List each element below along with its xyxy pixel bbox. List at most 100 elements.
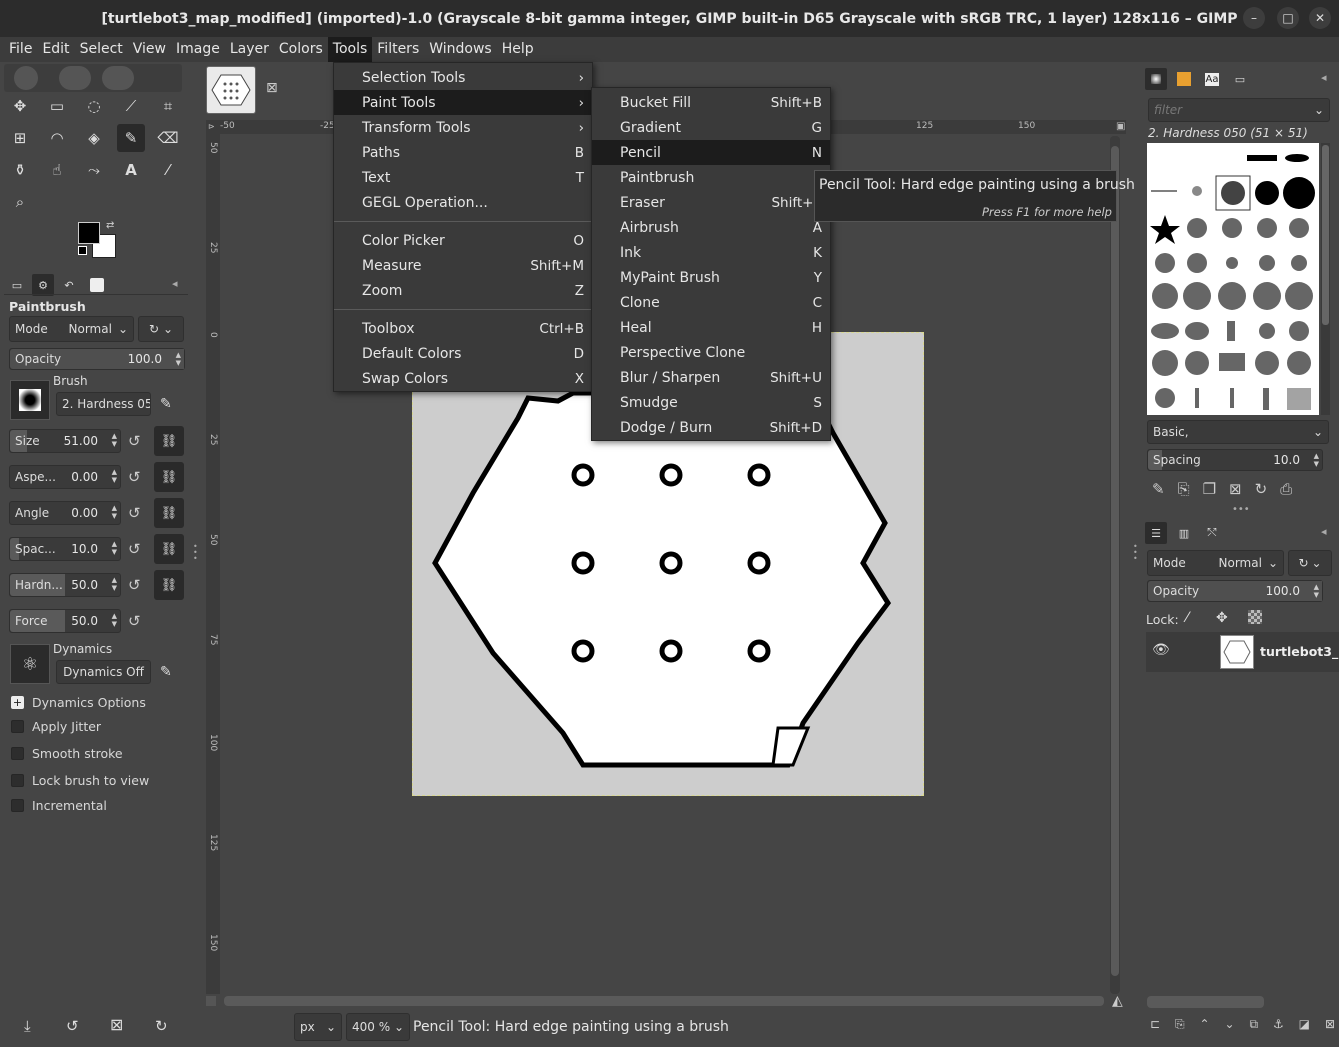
export-brush-icon[interactable]: ⎙ — [1280, 480, 1292, 498]
dynamics-icon[interactable]: ⚛ — [10, 644, 50, 684]
brush-grid-scrollbar[interactable] — [1321, 143, 1330, 415]
pane-separator[interactable]: • • • — [190, 62, 200, 1047]
brush-spacing-slider[interactable]: Spacing 10.0 ▲ ▼ — [1147, 449, 1323, 471]
new-layer-icon[interactable]: ⎘ — [1175, 1017, 1185, 1032]
new-layer-group-icon[interactable]: ⊏ — [1150, 1017, 1160, 1032]
menu-item-gegl-operation[interactable]: GEGL Operation... — [334, 190, 592, 215]
brush-tag-select[interactable]: Basic, ⌄ — [1147, 420, 1329, 444]
refresh-brushes-icon[interactable]: ↻ — [1255, 480, 1268, 498]
swap-colors-icon[interactable]: ⇄ — [106, 220, 114, 231]
duplicate-layer-icon[interactable]: ⧉ — [1249, 1017, 1258, 1032]
smooth-stroke-checkbox[interactable]: Smooth stroke — [11, 746, 123, 761]
rect-select-tool-icon[interactable]: ▭ — [43, 92, 71, 120]
restore-options-icon[interactable]: ↺ — [66, 1017, 79, 1035]
menu-item-text[interactable]: Text T — [334, 165, 592, 190]
images-tab-icon[interactable] — [86, 274, 108, 296]
paintbrush-tool-icon[interactable]: ✎ — [117, 124, 145, 152]
layers-scrollbar[interactable] — [1147, 996, 1264, 1008]
reset-force-icon[interactable]: ↺ — [128, 612, 141, 630]
reset-angle-icon[interactable]: ↺ — [128, 504, 141, 522]
undo-history-tab-icon[interactable]: ↶ — [58, 274, 80, 296]
tab-menu-icon[interactable]: ◂ — [172, 277, 178, 290]
mode-select[interactable]: Mode Normal ⌄ — [9, 316, 134, 342]
bucket-fill-tool-icon[interactable]: ◈ — [80, 124, 108, 152]
spacing-slider[interactable]: Spac... 10.0 ▲ ▼ — [9, 537, 121, 561]
menu-item-pencil[interactable]: Pencil N — [592, 140, 830, 165]
image-tab-thumbnail[interactable] — [206, 66, 256, 114]
menu-item-gradient[interactable]: Gradient G — [592, 115, 830, 140]
link-angle-icon[interactable]: ⛓ — [154, 498, 184, 528]
horizontal-scrollbar[interactable] — [224, 996, 1104, 1006]
menu-item-heal[interactable]: Heal H — [592, 315, 830, 340]
path-tool-icon[interactable]: ⤳ — [80, 156, 108, 184]
menu-item-mypaint-brush[interactable]: MyPaint Brush Y — [592, 265, 830, 290]
incremental-checkbox[interactable]: Incremental — [11, 798, 107, 813]
ruler-corner-icon[interactable]: ⊳ — [208, 122, 215, 131]
maximize-button[interactable]: □ — [1277, 7, 1299, 29]
lock-pixels-icon[interactable]: ⁄ — [1186, 610, 1188, 626]
menu-item-color-picker[interactable]: Color Picker O — [334, 228, 592, 253]
raise-layer-icon[interactable]: ⌃ — [1200, 1017, 1210, 1032]
right-pane-separator[interactable]: • • • — [1130, 62, 1140, 1047]
menu-item-blur-sharpen[interactable]: Blur / Sharpen Shift+U — [592, 365, 830, 390]
menu-layer[interactable]: Layer — [225, 37, 274, 62]
menu-windows[interactable]: Windows — [424, 37, 497, 62]
menu-file[interactable]: File — [4, 37, 37, 62]
zoom-select[interactable]: 400 % ⌄ — [346, 1013, 410, 1041]
menu-item-eraser[interactable]: Eraser Shift+E — [592, 190, 830, 215]
menu-item-toolbox[interactable]: Toolbox Ctrl+B — [334, 316, 592, 341]
lower-layer-icon[interactable]: ⌄ — [1225, 1017, 1235, 1032]
delete-layer-icon[interactable]: ⊠ — [1325, 1017, 1335, 1032]
edit-brush-icon[interactable]: ✎ — [160, 396, 172, 412]
menu-help[interactable]: Help — [497, 37, 539, 62]
lock-alpha-icon[interactable] — [1248, 610, 1262, 624]
default-colors-icon[interactable] — [78, 246, 87, 255]
menu-view[interactable]: View — [128, 37, 171, 62]
menu-item-selection-tools[interactable]: Selection Tools › — [334, 65, 592, 90]
reset-spacing-icon[interactable]: ↺ — [128, 540, 141, 558]
foreground-color-swatch[interactable] — [78, 222, 100, 244]
menu-item-dodge-burn[interactable]: Dodge / Burn Shift+D — [592, 415, 830, 440]
duplicate-brush-icon[interactable]: ❐ — [1203, 480, 1216, 498]
menu-item-airbrush[interactable]: Airbrush A — [592, 215, 830, 240]
layer-opacity-slider[interactable]: Opacity 100.0 ▲ ▼ — [1147, 580, 1323, 602]
menu-item-clone[interactable]: Clone C — [592, 290, 830, 315]
scrollbar-thumb[interactable] — [1322, 145, 1329, 325]
link-hardness-icon[interactable]: ⛓ — [154, 570, 184, 600]
close-button[interactable]: ✕ — [1309, 7, 1331, 29]
anchor-layer-icon[interactable]: ⚓ — [1273, 1017, 1284, 1032]
force-slider[interactable]: Force 50.0 ▲ ▼ — [9, 609, 121, 633]
dynamics-options-expander[interactable]: + Dynamics Options — [11, 695, 146, 710]
tab-menu-icon[interactable]: ◂ — [1321, 525, 1327, 538]
layer-row[interactable]: 👁 turtlebot3_m — [1146, 632, 1339, 672]
link-size-icon[interactable]: ⛓ — [154, 426, 184, 456]
brush-preview[interactable] — [10, 380, 50, 420]
link-aspect-icon[interactable]: ⛓ — [154, 462, 184, 492]
apply-jitter-checkbox[interactable]: Apply Jitter — [11, 719, 101, 734]
brush-name-field[interactable]: 2. Hardness 050 — [56, 392, 151, 416]
link-spacing-icon[interactable]: ⛓ — [154, 534, 184, 564]
opacity-slider[interactable]: Opacity 100.0 ▲ ▼ — [9, 348, 185, 370]
lasso-tool-icon[interactable]: ◌ — [80, 92, 108, 120]
menu-item-swap-colors[interactable]: Swap Colors X — [334, 366, 592, 391]
color-picker-tool-icon[interactable]: ⁄ — [154, 156, 182, 184]
menu-item-paintbrush[interactable]: PaintbrushP — [592, 165, 830, 190]
menu-item-ink[interactable]: Ink K — [592, 240, 830, 265]
tool-options-tab-icon[interactable]: ⚙ — [32, 274, 54, 296]
navigate-icon[interactable]: ◭ — [1112, 993, 1123, 1009]
lock-position-icon[interactable]: ✥ — [1216, 610, 1228, 626]
reset-size-icon[interactable]: ↺ — [128, 432, 141, 450]
close-tab-icon[interactable]: ⊠ — [266, 80, 278, 96]
clone-tool-icon[interactable]: ⚱ — [6, 156, 34, 184]
menu-edit[interactable]: Edit — [37, 37, 74, 62]
fuzzy-select-tool-icon[interactable]: ⟋ — [117, 92, 145, 120]
menu-item-measure[interactable]: Measure Shift+M — [334, 253, 592, 278]
brush-filter-input[interactable]: filter ⌄ — [1148, 98, 1330, 122]
menu-item-perspective-clone[interactable]: Perspective Clone — [592, 340, 830, 365]
edit-brush-icon[interactable]: ✎ — [1152, 480, 1165, 498]
zoom-tool-icon[interactable]: ⌕ — [6, 188, 34, 216]
reset-options-icon[interactable]: ↻ — [155, 1017, 168, 1035]
dock-grip-icon[interactable]: ••• — [1232, 504, 1250, 515]
menu-colors[interactable]: Colors — [274, 37, 328, 62]
eye-icon[interactable]: 👁 — [1152, 642, 1170, 658]
